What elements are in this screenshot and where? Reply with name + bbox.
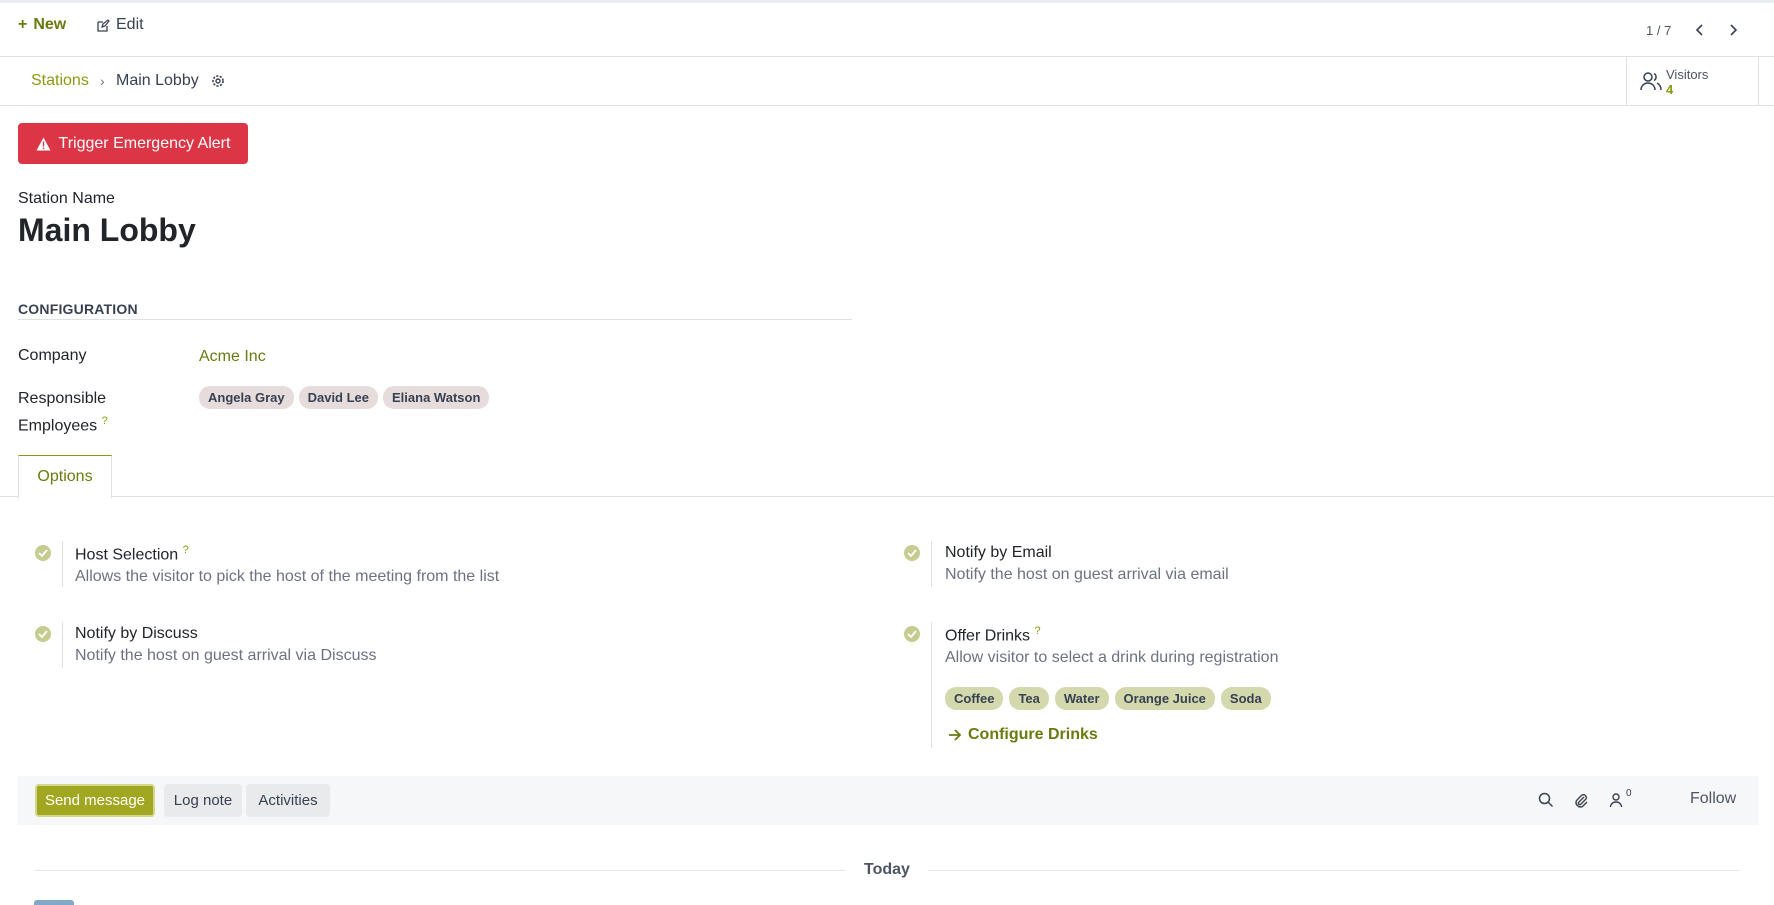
- notify-email-description: Notify the host on guest arrival via ema…: [945, 566, 1229, 583]
- notify-discuss-option: Notify by Discuss Notify the host on gue…: [75, 625, 376, 665]
- configure-drinks-link[interactable]: Configure Drinks: [948, 726, 1098, 744]
- date-separator-line: [928, 870, 1740, 871]
- pager-value[interactable]: 1 / 7: [1646, 23, 1671, 38]
- configuration-section-title: CONFIGURATION: [18, 301, 138, 317]
- offer-drinks-option: Offer Drinks ? Allow visitor to select a…: [945, 625, 1278, 667]
- check-icon: [38, 549, 48, 557]
- employee-tag[interactable]: Eliana Watson: [383, 386, 490, 409]
- offer-drinks-title: Offer Drinks ?: [945, 625, 1278, 645]
- visitors-count: 4: [1666, 82, 1674, 97]
- edit-icon: [97, 18, 110, 32]
- help-tooltip-icon[interactable]: ?: [102, 415, 108, 427]
- chevron-right-icon: [1730, 24, 1737, 36]
- check-icon: [38, 630, 48, 638]
- check-icon: [907, 549, 917, 557]
- notify-email-title: Notify by Email: [945, 544, 1052, 561]
- drink-tag[interactable]: Soda: [1220, 687, 1271, 710]
- breadcrumb-current: Main Lobby: [116, 72, 199, 89]
- drinks-field[interactable]: Coffee Tea Water Orange Juice Soda: [945, 687, 1271, 710]
- date-separator-line: [34, 870, 846, 871]
- arrow-right-icon: [949, 729, 962, 741]
- date-separator-label: Today: [864, 861, 910, 878]
- responsible-employees-field[interactable]: Angela Gray David Lee Eliana Watson: [199, 386, 490, 409]
- gear-icon[interactable]: [210, 73, 226, 89]
- host-selection-title: Host Selection ?: [75, 544, 499, 564]
- follower-icon[interactable]: [1607, 791, 1625, 809]
- breadcrumb-bar: [0, 57, 1774, 106]
- station-name-field[interactable]: Main Lobby: [18, 212, 196, 249]
- send-message-button[interactable]: Send message: [35, 784, 155, 817]
- help-tooltip-icon[interactable]: ?: [183, 544, 189, 556]
- chevron-left-icon: [1696, 24, 1703, 36]
- host-selection-description: Allows the visitor to pick the host of t…: [75, 568, 500, 586]
- users-icon: [1640, 72, 1662, 91]
- log-note-button[interactable]: Log note: [164, 784, 242, 817]
- host-selection-option: Host Selection ? Allows the visitor to p…: [75, 544, 499, 586]
- option-divider: [62, 622, 63, 668]
- host-selection-title-text: Host Selection: [75, 546, 179, 564]
- employee-tag[interactable]: David Lee: [298, 386, 379, 409]
- search-icon[interactable]: [1537, 791, 1555, 809]
- option-divider: [931, 541, 932, 587]
- help-tooltip-icon[interactable]: ?: [1035, 625, 1041, 637]
- option-divider: [62, 541, 63, 587]
- notify-discuss-checkbox[interactable]: [35, 626, 51, 642]
- host-selection-checkbox[interactable]: [35, 545, 51, 561]
- breadcrumb-separator-icon: ›: [100, 73, 105, 89]
- pager-next-button[interactable]: [1723, 18, 1743, 42]
- option-divider: [931, 622, 932, 748]
- control-panel: [0, 3, 1774, 57]
- offer-drinks-description: Allow visitor to select a drink during r…: [945, 649, 1279, 667]
- new-button[interactable]: + New: [18, 16, 66, 34]
- pager-previous-button[interactable]: [1690, 18, 1710, 42]
- activities-button[interactable]: Activities: [246, 784, 330, 817]
- configure-drinks-label: Configure Drinks: [968, 726, 1098, 743]
- notify-email-option: Notify by Email Notify the host on guest…: [945, 544, 1229, 584]
- edit-button-label: Edit: [116, 16, 144, 33]
- drink-tag[interactable]: Tea: [1009, 687, 1049, 710]
- responsible-label-line1: Responsible: [18, 390, 107, 407]
- follower-count: 0: [1626, 788, 1632, 799]
- employee-tag[interactable]: Angela Gray: [199, 386, 294, 409]
- visitors-label: Visitors: [1666, 67, 1709, 82]
- offer-drinks-checkbox[interactable]: [904, 626, 920, 642]
- notify-discuss-description: Notify the host on guest arrival via Dis…: [75, 647, 377, 664]
- drink-tag[interactable]: Water: [1054, 687, 1109, 710]
- tabs-divider: [0, 496, 1774, 497]
- breadcrumb-stations-link[interactable]: Stations: [31, 72, 89, 90]
- drink-tag[interactable]: Orange Juice: [1114, 687, 1215, 710]
- follow-button[interactable]: Follow: [1690, 790, 1736, 808]
- new-button-label: New: [33, 16, 67, 33]
- warning-icon: [36, 137, 51, 150]
- notify-email-checkbox[interactable]: [904, 545, 920, 561]
- company-field[interactable]: Acme Inc: [199, 348, 266, 366]
- station-name-label: Station Name: [18, 190, 115, 207]
- plus-icon: +: [18, 16, 28, 33]
- drink-tag[interactable]: Coffee: [945, 687, 1004, 710]
- company-label: Company: [18, 347, 87, 364]
- responsible-employees-label: Responsible Employees ?: [18, 387, 108, 437]
- section-divider: [18, 319, 852, 320]
- trigger-emergency-alert-button[interactable]: Trigger Emergency Alert: [18, 123, 248, 164]
- check-icon: [907, 630, 917, 638]
- avatar: [34, 900, 74, 905]
- paperclip-icon[interactable]: [1572, 791, 1590, 809]
- offer-drinks-title-text: Offer Drinks: [945, 627, 1031, 645]
- edit-button[interactable]: Edit: [97, 16, 144, 34]
- responsible-label-line2: Employees: [18, 417, 98, 435]
- alert-button-label: Trigger Emergency Alert: [58, 134, 231, 152]
- tab-options[interactable]: Options: [18, 455, 112, 499]
- notify-discuss-title: Notify by Discuss: [75, 625, 198, 642]
